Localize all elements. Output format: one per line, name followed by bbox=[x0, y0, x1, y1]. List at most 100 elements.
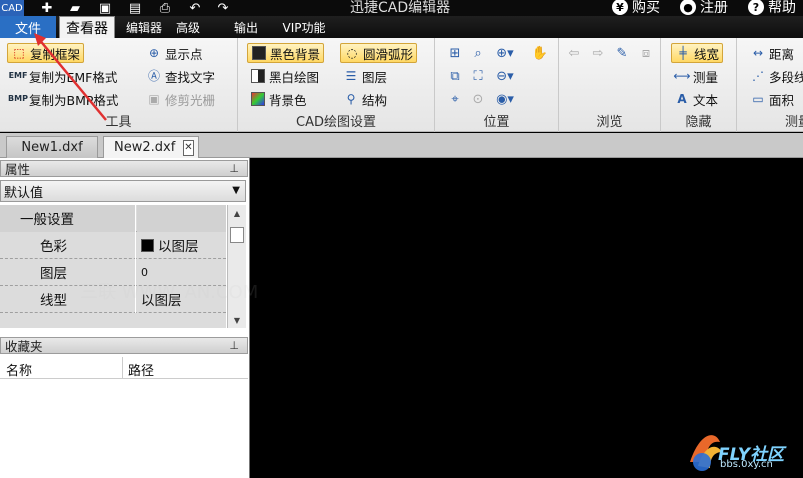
print-icon[interactable]: ⎙ bbox=[156, 0, 174, 16]
fit-screen-icon[interactable]: ⛶ bbox=[469, 67, 487, 85]
measure-toggle-label: 测量 bbox=[693, 69, 719, 85]
scroll-thumb[interactable] bbox=[230, 227, 244, 243]
raster-icon: ▣ bbox=[148, 92, 160, 106]
app-logo-icon[interactable]: CAD bbox=[0, 0, 24, 16]
zoom-out-icon[interactable]: ⊖▾ bbox=[496, 67, 514, 85]
palette-icon bbox=[250, 91, 266, 107]
property-value-text: 以图层 bbox=[158, 239, 199, 255]
column-name[interactable]: 名称 bbox=[6, 360, 32, 379]
edit-icon[interactable]: ✎ bbox=[613, 44, 631, 62]
property-row[interactable]: 色彩 以图层 bbox=[0, 231, 226, 259]
polyline-button[interactable]: ⋰ 多段线 bbox=[747, 66, 803, 86]
buy-label: 购买 bbox=[632, 0, 660, 16]
register-button[interactable]: ● 注册 bbox=[680, 0, 728, 16]
menu-file[interactable]: 文件 bbox=[0, 16, 56, 38]
arrow-left-icon[interactable]: ⇦ bbox=[565, 44, 583, 62]
document-tab-bar: New1.dxf New2.dxf ✕ bbox=[0, 133, 803, 158]
distance-button[interactable]: ↔ 距离 bbox=[747, 43, 797, 63]
zoom-extents-icon[interactable]: ⧉ bbox=[446, 67, 464, 85]
close-tab-icon[interactable]: ✕ bbox=[183, 139, 194, 156]
copy-emf-button[interactable]: EMF 复制为EMF格式 bbox=[7, 66, 120, 86]
left-panel: 属性 ⊥ 默认值 ▼ − 一般设置 色彩 以图层 图层 0 线型 以图层 ▲ ▼… bbox=[0, 158, 250, 478]
bw-draw-button[interactable]: 黑白绘图 bbox=[247, 66, 322, 86]
group-hide-label: 隐藏 bbox=[685, 115, 712, 130]
tab-vip[interactable]: VIP功能 bbox=[280, 16, 328, 38]
find-text-button[interactable]: Ⓐ 查找文字 bbox=[143, 66, 218, 86]
smooth-arc-button[interactable]: ◌ 圆滑弧形 bbox=[340, 43, 418, 63]
emf-icon: EMF bbox=[8, 71, 28, 80]
color-swatch bbox=[141, 238, 154, 252]
save-as-icon[interactable]: ▤ bbox=[126, 0, 144, 16]
view-3d-icon[interactable]: ⌖ bbox=[446, 90, 464, 108]
tab-new2-label: New2.dxf bbox=[114, 140, 176, 155]
properties-combo-value: 默认值 bbox=[4, 185, 44, 201]
section-general[interactable]: − 一般设置 bbox=[0, 204, 226, 232]
area-label: 面积 bbox=[769, 92, 795, 108]
line-width-icon: ╪ bbox=[679, 46, 687, 60]
arrow-right-icon[interactable]: ⇨ bbox=[589, 44, 607, 62]
group-browse: ⇦ ⇨ ✎ ⧈ 浏览 bbox=[559, 38, 661, 132]
open-folder-icon[interactable]: ▰ bbox=[66, 0, 84, 16]
column-path[interactable]: 路径 bbox=[128, 360, 154, 379]
trim-raster-button[interactable]: ▣ 修剪光栅 bbox=[143, 89, 218, 109]
tab-output[interactable]: 输出 bbox=[230, 16, 262, 38]
group-measure: ↔ 距离 ⋰ 多段线 ▭ 面积 测量 bbox=[737, 38, 803, 132]
orbit-icon[interactable]: ◉▾ bbox=[496, 90, 514, 108]
window-title: 迅捷CAD编辑器 bbox=[350, 0, 451, 16]
layers-button[interactable]: ☰ 图层 bbox=[340, 66, 390, 86]
pan-hand-icon[interactable]: ✋ bbox=[531, 44, 549, 62]
pan-fit-icon[interactable]: ⊞ bbox=[446, 44, 464, 62]
structure-icon: ⚲ bbox=[346, 92, 356, 106]
ruler-icon: ⟷ bbox=[673, 69, 691, 83]
export-icon[interactable]: ⧈ bbox=[637, 44, 655, 62]
text-toggle[interactable]: A 文本 bbox=[671, 89, 721, 109]
pin-icon[interactable]: ⊥ bbox=[229, 339, 239, 352]
text-toggle-label: 文本 bbox=[693, 92, 719, 108]
group-measure-label: 测量 bbox=[785, 115, 803, 130]
new-file-icon[interactable]: ✚ bbox=[38, 0, 56, 16]
column-divider bbox=[122, 357, 123, 378]
buy-button[interactable]: ¥ 购买 bbox=[612, 0, 660, 16]
brand-url: bbs.0xy.cn bbox=[720, 459, 773, 470]
black-background-label: 黑色背景 bbox=[270, 46, 321, 62]
smooth-arc-label: 圆滑弧形 bbox=[363, 46, 414, 62]
group-cad-draw: 黑色背景 ◌ 圆滑弧形 黑白绘图 ☰ 图层 背景色 ⚲ 结构 CAD绘图设置 bbox=[238, 38, 435, 132]
copy-frame-button[interactable]: ⬚ 复制框架 bbox=[7, 43, 85, 63]
user-icon: ● bbox=[680, 0, 696, 15]
pin-icon[interactable]: ⊥ bbox=[229, 162, 239, 175]
tab-advanced[interactable]: 高级 bbox=[172, 16, 204, 38]
properties-scrollbar[interactable]: ▲ ▼ bbox=[227, 205, 246, 328]
area-button[interactable]: ▭ 面积 bbox=[747, 89, 797, 109]
zoom-in-icon[interactable]: ⊕▾ bbox=[496, 44, 514, 62]
tab-new1[interactable]: New1.dxf bbox=[6, 136, 98, 158]
properties-title: 属性 bbox=[5, 162, 31, 177]
zoom-window-icon[interactable]: ⌕ bbox=[469, 44, 487, 62]
properties-combo[interactable]: 默认值 ▼ bbox=[0, 180, 246, 202]
line-width-toggle[interactable]: ╪ 线宽 bbox=[671, 43, 724, 63]
show-points-button[interactable]: ⊕ 显示点 bbox=[143, 43, 206, 63]
tab-new2[interactable]: New2.dxf ✕ bbox=[103, 136, 199, 158]
property-value[interactable]: 以图层 bbox=[137, 232, 199, 259]
measure-toggle[interactable]: ⟷ 测量 bbox=[671, 66, 721, 86]
black-background-button[interactable]: 黑色背景 bbox=[247, 43, 325, 63]
bg-color-button[interactable]: 背景色 bbox=[247, 89, 310, 109]
help-button[interactable]: ? 帮助 bbox=[748, 0, 796, 16]
zoom-previous-icon[interactable]: ⊙ bbox=[469, 90, 487, 108]
watermark: 三联 WWW. AN.COM bbox=[80, 282, 259, 303]
bmp-icon: BMP bbox=[8, 94, 28, 103]
currency-icon: ¥ bbox=[612, 0, 628, 15]
tab-viewer[interactable]: 查看器 bbox=[59, 16, 115, 38]
favorites-header: 收藏夹 ⊥ bbox=[0, 337, 248, 354]
save-icon[interactable]: ▣ bbox=[96, 0, 114, 16]
help-icon: ? bbox=[748, 0, 764, 15]
scroll-up-icon[interactable]: ▲ bbox=[228, 207, 246, 219]
register-label: 注册 bbox=[700, 0, 728, 16]
structure-button[interactable]: ⚲ 结构 bbox=[340, 89, 390, 109]
arc-icon: ◌ bbox=[346, 46, 358, 60]
redo-icon[interactable]: ↷ bbox=[214, 0, 232, 16]
undo-icon[interactable]: ↶ bbox=[186, 0, 204, 16]
polyline-label: 多段线 bbox=[769, 69, 803, 85]
copy-bmp-button[interactable]: BMP 复制为BMP格式 bbox=[7, 89, 121, 109]
tab-editor[interactable]: 编辑器 bbox=[122, 16, 166, 38]
scroll-down-icon[interactable]: ▼ bbox=[228, 314, 246, 326]
